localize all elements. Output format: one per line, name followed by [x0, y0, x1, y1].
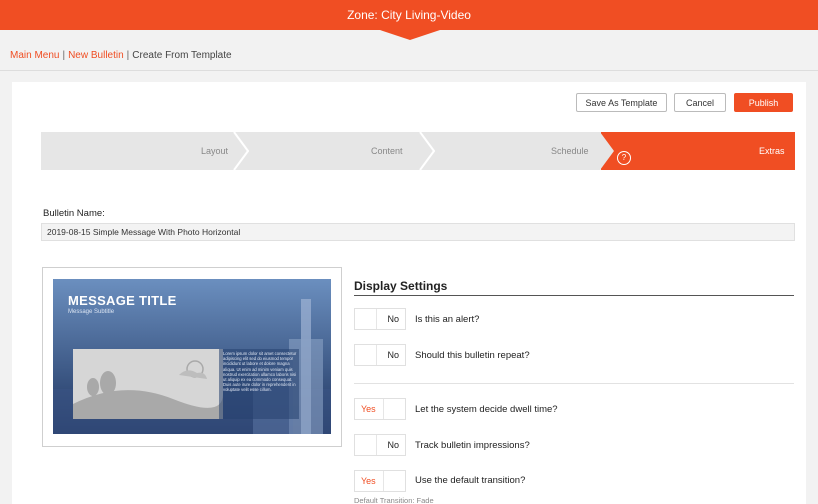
step-extras[interactable]: Extras — [759, 132, 785, 170]
toggle-knob — [355, 435, 377, 455]
breadcrumb: Main Menu | New Bulletin | Create From Templ… — [10, 50, 232, 61]
alert-question: Is this an alert? — [415, 314, 480, 325]
transition-toggle[interactable]: Yes — [354, 470, 406, 492]
zone-title: Zone: City Living-Video — [347, 8, 471, 22]
toggle-label: Yes — [361, 404, 376, 414]
bulletin-name-label: Bulletin Name: — [43, 208, 105, 219]
publish-button[interactable]: Publish — [734, 93, 793, 112]
repeat-question: Should this bulletin repeat? — [415, 350, 530, 361]
default-transition-note: Default Transition: Fade — [354, 496, 434, 504]
step-layout[interactable]: Layout — [201, 132, 228, 170]
bulletin-name-input[interactable]: 2019-08-15 Simple Message With Photo Hor… — [41, 223, 795, 241]
bulletin-preview-frame: MESSAGE TITLE Message Subtitle Lorem ips… — [42, 267, 342, 447]
header-divider — [0, 70, 818, 71]
step-progress: Layout Content Schedule ? Extras — [41, 132, 795, 170]
main-panel: Save As Template Cancel Publish Layout C… — [12, 82, 806, 504]
toggle-knob — [383, 399, 405, 419]
breadcrumb-separator: | — [62, 50, 66, 61]
transition-question: Use the default transition? — [415, 475, 526, 486]
breadcrumb-separator: | — [126, 50, 130, 61]
breadcrumb-main-menu[interactable]: Main Menu — [10, 50, 59, 61]
step-divider — [419, 132, 435, 170]
impressions-toggle[interactable]: No — [354, 434, 406, 456]
toggle-label: No — [387, 314, 399, 324]
dwell-time-question: Let the system decide dwell time? — [415, 404, 558, 415]
top-bar-notch — [380, 30, 440, 40]
breadcrumb-current: Create From Template — [132, 50, 232, 61]
impressions-question: Track bulletin impressions? — [415, 440, 530, 451]
preview-subtitle: Message Subtitle — [68, 309, 115, 315]
toggle-label: Yes — [361, 476, 376, 486]
help-icon[interactable]: ? — [617, 151, 631, 165]
display-settings-title: Display Settings — [354, 279, 448, 293]
toggle-label: No — [387, 350, 399, 360]
settings-divider — [354, 383, 794, 384]
top-bar: Zone: City Living-Video — [0, 0, 818, 40]
repeat-toggle[interactable]: No — [354, 344, 406, 366]
step-extras-active[interactable]: ? Extras — [600, 132, 795, 170]
cancel-button[interactable]: Cancel — [674, 93, 726, 112]
toggle-knob — [355, 309, 377, 329]
step-active-notch — [600, 132, 614, 170]
save-as-template-button[interactable]: Save As Template — [576, 93, 667, 112]
preview-body-text: Lorem ipsum dolor sit amet consectetur a… — [223, 351, 297, 393]
toggle-knob — [355, 345, 377, 365]
bulletin-preview: MESSAGE TITLE Message Subtitle Lorem ips… — [53, 279, 331, 434]
breadcrumb-new-bulletin[interactable]: New Bulletin — [68, 50, 124, 61]
toggle-label: No — [387, 440, 399, 450]
display-settings-rule — [354, 295, 794, 296]
alert-toggle[interactable]: No — [354, 308, 406, 330]
dwell-time-toggle[interactable]: Yes — [354, 398, 406, 420]
step-schedule[interactable]: Schedule — [551, 132, 589, 170]
step-content[interactable]: Content — [371, 132, 403, 170]
step-divider — [233, 132, 249, 170]
toggle-knob — [383, 471, 405, 491]
preview-title: MESSAGE TITLE — [68, 293, 177, 308]
